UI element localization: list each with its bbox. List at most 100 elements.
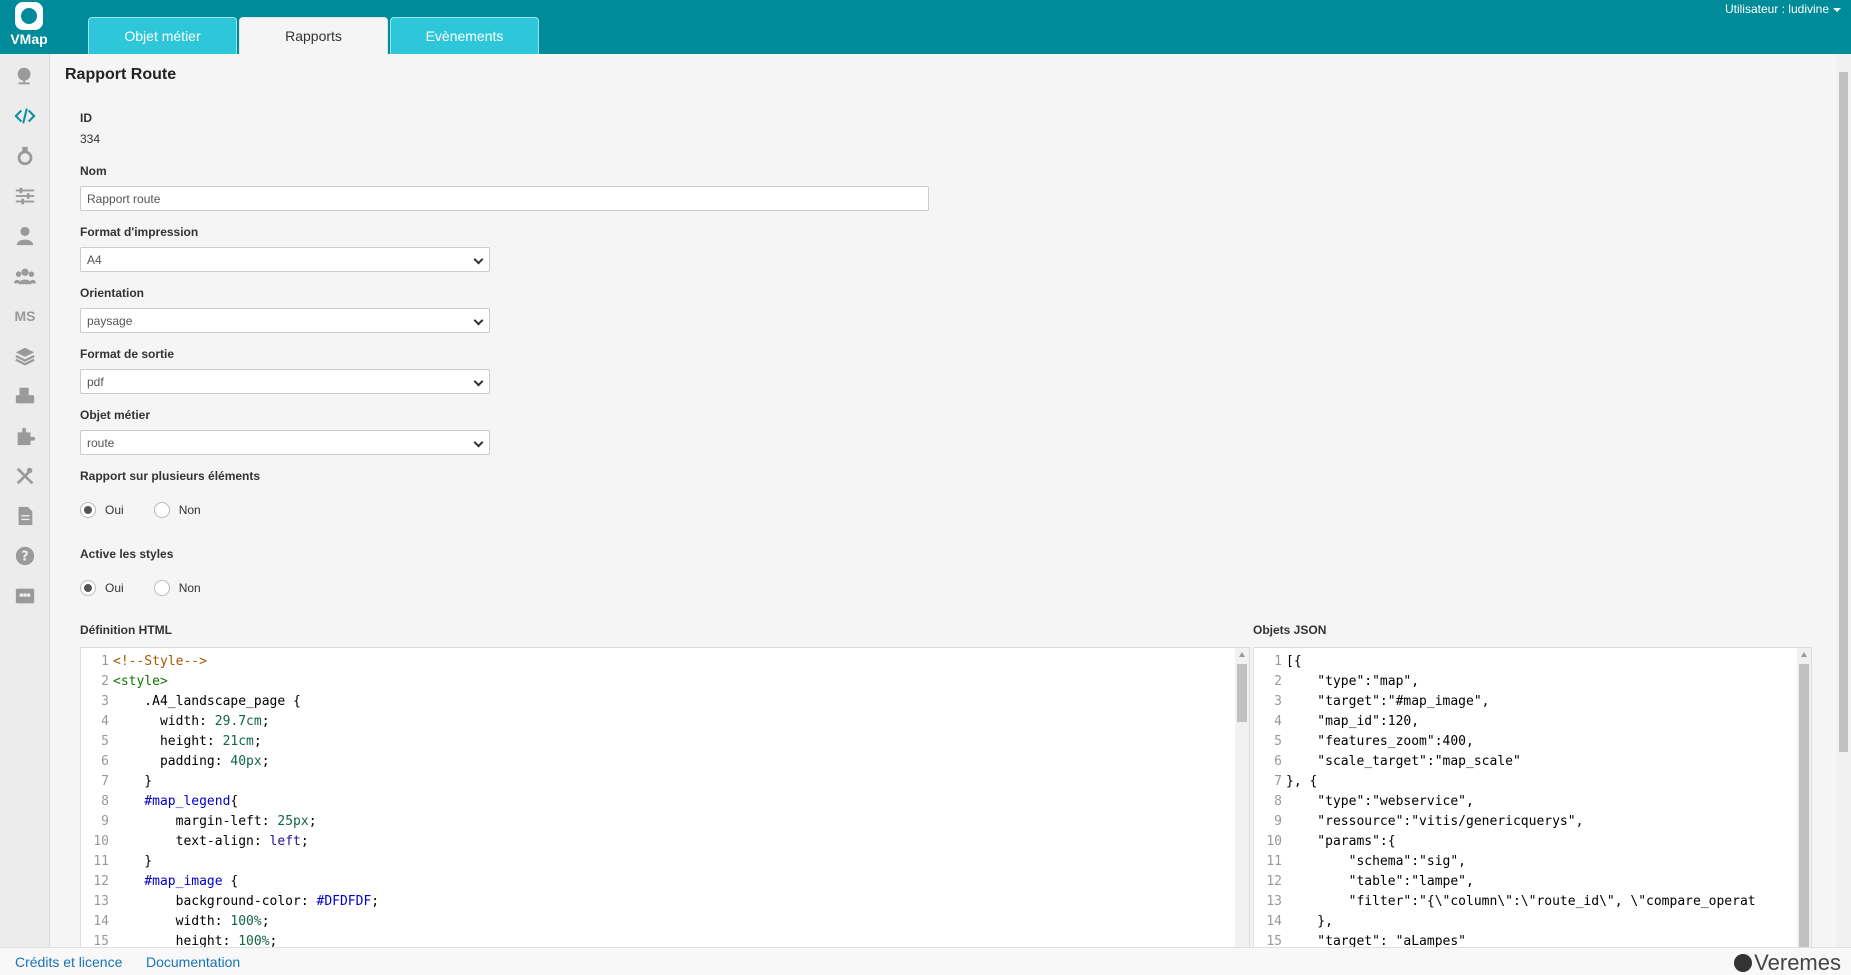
code-line: 2 <style> [81, 672, 1249, 692]
sidebar-item-sliders[interactable] [0, 178, 50, 214]
user-icon [16, 226, 34, 246]
multi-elements-non-radio[interactable]: Non [153, 502, 201, 518]
line-number: 3 [101, 694, 109, 709]
id-label: ID [80, 111, 92, 125]
sidebar-item-code[interactable] [0, 98, 50, 134]
tab-objet-metier[interactable]: Objet métier [88, 17, 237, 54]
line-number: 2 [101, 674, 109, 689]
code-text: "params":{ [1286, 834, 1396, 849]
line-number: 14 [93, 914, 109, 929]
line-number: 12 [1266, 874, 1282, 889]
sidebar-item-printer[interactable] [0, 378, 50, 414]
sidebar-item-flask[interactable] [0, 138, 50, 174]
scroll-thumb[interactable] [1237, 664, 1247, 722]
flask-icon [17, 146, 33, 166]
line-number: 7 [101, 774, 109, 789]
orientation-label: Orientation [80, 286, 145, 300]
page-scroll-thumb[interactable] [1839, 72, 1848, 752]
radio-checked-icon [80, 502, 96, 518]
code-line: 3 .A4_landscape_page { [81, 692, 1249, 712]
scroll-up-icon[interactable] [1239, 652, 1245, 657]
line-number: 1 [101, 654, 109, 669]
code-line: 1 [{ [1254, 652, 1811, 672]
user-menu[interactable]: Utilisateur : ludivine [1725, 2, 1841, 16]
code-text: } [113, 774, 153, 789]
sidebar-item-users[interactable] [0, 258, 50, 294]
code-text: <style> [113, 674, 168, 689]
objet-metier-select[interactable]: route [80, 430, 490, 455]
styles-radio-group: Oui Non [80, 580, 231, 596]
code-text: "ressource":"vitis/genericquerys", [1286, 814, 1584, 829]
format-sortie-select[interactable]: pdf [80, 369, 490, 394]
code-text: "scale_target":"map_scale" [1286, 754, 1521, 769]
radio-unchecked-icon [153, 580, 170, 596]
code-text: "type":"webservice", [1286, 794, 1474, 809]
code-line: 9 margin-left: 25px; [81, 812, 1249, 832]
code-text: #map_image { [113, 874, 239, 889]
line-number: 9 [101, 814, 109, 829]
line-number: 6 [1274, 754, 1282, 769]
sidebar-item-puzzle[interactable] [0, 418, 50, 454]
html-code-editor[interactable]: 1 <!--Style--> 2 <style> 3 .A4_landscape_pag… [80, 647, 1250, 947]
sidebar-item-ms[interactable]: MS [0, 298, 50, 334]
page-scrollbar[interactable] [1836, 54, 1851, 947]
radio-label: Oui [105, 581, 124, 595]
html-editor-scrollbar[interactable] [1235, 648, 1249, 947]
radio-label: Non [178, 503, 201, 517]
code-line: 5 height: 21cm; [81, 732, 1249, 752]
code-text: "map_id":120, [1286, 714, 1420, 729]
tab-rapports[interactable]: Rapports [239, 17, 388, 54]
scroll-up-icon[interactable] [1801, 652, 1807, 657]
sidebar-item-tools[interactable] [0, 458, 50, 494]
code-line: 12 #map_image { [81, 872, 1249, 892]
page-title: Rapport Route [65, 66, 177, 83]
format-impression-select[interactable]: A4 [80, 247, 490, 272]
code-line: 1 <!--Style--> [81, 652, 1249, 672]
code-line: 11 } [81, 852, 1249, 872]
code-line: 7 } [81, 772, 1249, 792]
vmap-logo[interactable]: VMap [0, 0, 58, 54]
json-editor-scrollbar[interactable] [1797, 648, 1811, 947]
line-number: 11 [93, 854, 109, 869]
tab-evenements[interactable]: Evènements [390, 17, 539, 54]
nom-label: Nom [80, 164, 107, 178]
sidebar-item-globe[interactable] [0, 58, 50, 94]
nom-input[interactable] [80, 186, 929, 211]
sidebar-item-group-card[interactable] [0, 578, 50, 614]
code-line: 6 "scale_target":"map_scale" [1254, 752, 1811, 772]
scroll-thumb[interactable] [1799, 664, 1809, 947]
code-text: .A4_landscape_page { [113, 694, 301, 709]
styles-non-radio[interactable]: Non [153, 580, 201, 596]
sliders-icon [15, 187, 35, 205]
code-line: 8 "type":"webservice", [1254, 792, 1811, 812]
json-code-editor[interactable]: 1[{2 "type":"map", 3 "target":"#map_image… [1253, 647, 1812, 947]
documentation-link[interactable]: Documentation [146, 954, 240, 970]
orientation-select[interactable]: paysage [80, 308, 490, 333]
format-sortie-label: Format de sortie [80, 347, 175, 361]
code-text: "target":"#map_image", [1286, 694, 1490, 709]
sidebar-item-user[interactable] [0, 218, 50, 254]
sidebar-item-layers[interactable] [0, 338, 50, 374]
code-text: }, { [1286, 774, 1318, 789]
line-number: 1 [1274, 654, 1282, 669]
line-number: 9 [1274, 814, 1282, 829]
styles-oui-radio[interactable]: Oui [80, 580, 124, 596]
radio-label: Oui [105, 503, 124, 517]
html-definition-label: Définition HTML [80, 623, 172, 637]
code-line: 8 #map_legend{ [81, 792, 1249, 812]
svg-text:?: ? [21, 550, 28, 565]
code-line: 4 "map_id":120, [1254, 712, 1811, 732]
sidebar-item-help[interactable]: ? [0, 538, 50, 574]
code-text: width: 29.7cm; [113, 714, 270, 729]
code-text: background-color: #DFDFDF; [113, 894, 380, 909]
code-text: [{ [1286, 654, 1302, 669]
credits-link[interactable]: Crédits et licence [15, 954, 122, 970]
line-number: 15 [1266, 934, 1282, 947]
objet-metier-value: route [87, 435, 115, 450]
multi-elements-oui-radio[interactable]: Oui [80, 502, 124, 518]
module-tabs: Objet métier Rapports Evènements [88, 17, 539, 54]
group-card-icon [15, 588, 35, 604]
sidebar-item-document[interactable] [0, 498, 50, 534]
main-content: Rapport Route ID 334 Nom Format d'impres… [51, 54, 1836, 947]
line-number: 10 [1266, 834, 1282, 849]
